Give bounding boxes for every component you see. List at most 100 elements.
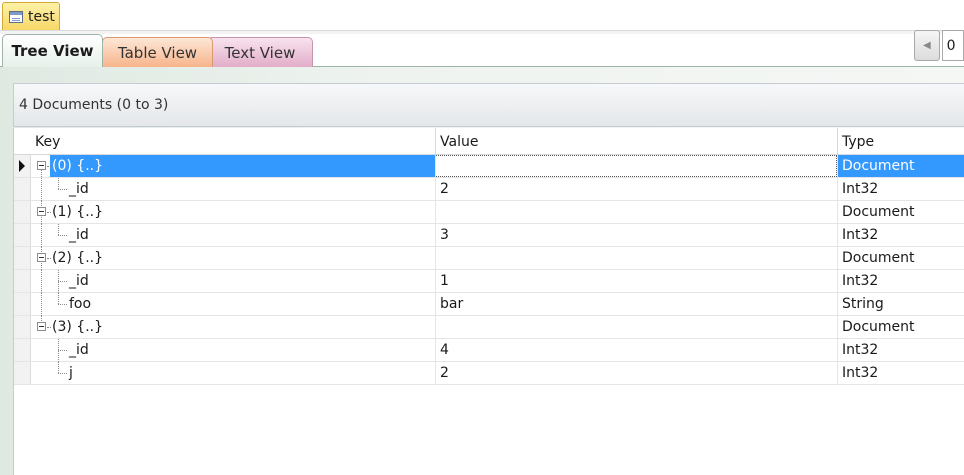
type-cell[interactable]: Int32 <box>837 339 964 361</box>
tree-line <box>58 350 67 351</box>
key-text: _id <box>69 181 89 197</box>
type-cell[interactable]: Int32 <box>837 178 964 200</box>
type-cell[interactable]: Int32 <box>837 362 964 384</box>
row-selector[interactable] <box>14 270 31 292</box>
chevron-left-icon: ◀ <box>922 40 931 51</box>
tree-line <box>41 293 42 316</box>
previous-page-button[interactable]: ◀ <box>914 30 940 61</box>
collapse-icon[interactable] <box>37 253 46 262</box>
grid-header: Key Value Type <box>14 128 964 155</box>
value-cell[interactable] <box>435 201 837 223</box>
key-text: j <box>69 365 73 381</box>
key-text: _id <box>69 273 89 289</box>
current-row-arrow-icon <box>19 160 25 172</box>
collapse-icon[interactable] <box>37 322 46 331</box>
tree-line <box>58 362 59 373</box>
row-selector[interactable] <box>14 316 31 338</box>
value-cell[interactable]: 2 <box>435 178 837 200</box>
column-header-key[interactable]: Key <box>31 128 435 155</box>
tree-line <box>41 270 42 293</box>
field-row[interactable]: _id 4 Int32 <box>14 339 964 362</box>
value-cell[interactable]: 2 <box>435 362 837 384</box>
key-cell[interactable]: _id <box>31 339 435 362</box>
tree-line <box>41 224 42 247</box>
value-cell[interactable] <box>435 316 837 338</box>
document-row[interactable]: (3) {..} Document <box>14 316 964 339</box>
column-header-type[interactable]: Type <box>837 128 964 155</box>
tab-text-view[interactable]: Text View <box>207 37 313 67</box>
tree-grid: Key Value Type (0) {..} Document _id 2 Int32… <box>13 128 964 475</box>
tree-line <box>58 224 59 235</box>
tab-tree-view[interactable]: Tree View <box>2 34 103 67</box>
key-text: (1) {..} <box>52 204 103 220</box>
key-text: _id <box>69 227 89 243</box>
field-row[interactable]: j 2 Int32 <box>14 362 964 385</box>
row-selector[interactable] <box>14 155 31 177</box>
row-selector[interactable] <box>14 224 31 246</box>
document-row[interactable]: (1) {..} Document <box>14 201 964 224</box>
key-cell[interactable]: _id <box>31 178 435 201</box>
key-text: foo <box>69 296 92 312</box>
type-cell[interactable]: Int32 <box>837 224 964 246</box>
value-cell[interactable]: 4 <box>435 339 837 361</box>
document-tab-label: test <box>28 8 55 25</box>
tree-line <box>41 178 42 201</box>
key-cell[interactable]: foo <box>31 293 435 316</box>
row-selector[interactable] <box>14 178 31 200</box>
table-icon <box>9 10 23 23</box>
row-selector[interactable] <box>14 293 31 315</box>
tree-line <box>47 212 51 213</box>
column-header-value[interactable]: Value <box>435 128 837 155</box>
pager: ◀ 0 <box>914 30 964 61</box>
type-cell[interactable]: Document <box>837 247 964 269</box>
key-cell[interactable]: (3) {..} <box>31 316 435 338</box>
document-row[interactable]: (2) {..} Document <box>14 247 964 270</box>
key-text: _id <box>69 342 89 358</box>
page-number-input[interactable]: 0 <box>941 30 964 61</box>
tab-table-view[interactable]: Table View <box>102 37 213 67</box>
type-cell[interactable]: Int32 <box>837 270 964 292</box>
type-cell[interactable]: String <box>837 293 964 315</box>
key-text: (0) {..} <box>52 158 103 174</box>
row-selector[interactable] <box>14 339 31 361</box>
key-cell[interactable]: (0) {..} <box>31 155 435 189</box>
tree-line <box>58 281 67 282</box>
tree-line <box>47 166 51 167</box>
tree-line <box>58 304 67 305</box>
collapse-icon[interactable] <box>37 207 46 216</box>
field-row[interactable]: _id 2 Int32 <box>14 178 964 201</box>
tree-line <box>58 178 59 189</box>
tree-view-panel: 4 Documents (0 to 3) Key Value Type (0) … <box>0 66 964 475</box>
value-cell[interactable]: bar <box>435 293 837 315</box>
tree-line <box>58 235 67 236</box>
tree-line <box>47 258 51 259</box>
value-cell[interactable]: 3 <box>435 224 837 246</box>
value-cell[interactable] <box>435 155 837 177</box>
documents-summary: 4 Documents (0 to 3) <box>13 83 964 127</box>
value-cell[interactable] <box>435 247 837 269</box>
document-row[interactable]: (0) {..} Document <box>14 155 964 189</box>
key-cell[interactable]: _id <box>31 270 435 293</box>
row-selector[interactable] <box>14 247 31 269</box>
field-row[interactable]: _id 3 Int32 <box>14 224 964 247</box>
collapse-icon[interactable] <box>37 161 46 170</box>
type-cell[interactable]: Document <box>837 155 964 177</box>
key-text: (3) {..} <box>52 319 103 335</box>
field-row[interactable]: foo bar String <box>14 293 964 316</box>
tree-line <box>58 373 67 374</box>
tree-line <box>58 189 67 190</box>
key-cell[interactable]: j <box>31 362 435 384</box>
field-row[interactable]: _id 1 Int32 <box>14 270 964 293</box>
type-cell[interactable]: Document <box>837 316 964 338</box>
tree-line <box>58 293 59 304</box>
row-selector[interactable] <box>14 201 31 223</box>
key-text: (2) {..} <box>52 250 103 266</box>
key-cell[interactable]: (1) {..} <box>31 201 435 224</box>
document-tab-test[interactable]: test <box>2 2 60 30</box>
type-cell[interactable]: Document <box>837 201 964 223</box>
key-cell[interactable]: (2) {..} <box>31 247 435 270</box>
key-cell[interactable]: _id <box>31 224 435 247</box>
grid-rows: (0) {..} Document _id 2 Int32 (1) {..} Documen… <box>14 155 964 385</box>
value-cell[interactable]: 1 <box>435 270 837 292</box>
row-selector[interactable] <box>14 362 31 384</box>
